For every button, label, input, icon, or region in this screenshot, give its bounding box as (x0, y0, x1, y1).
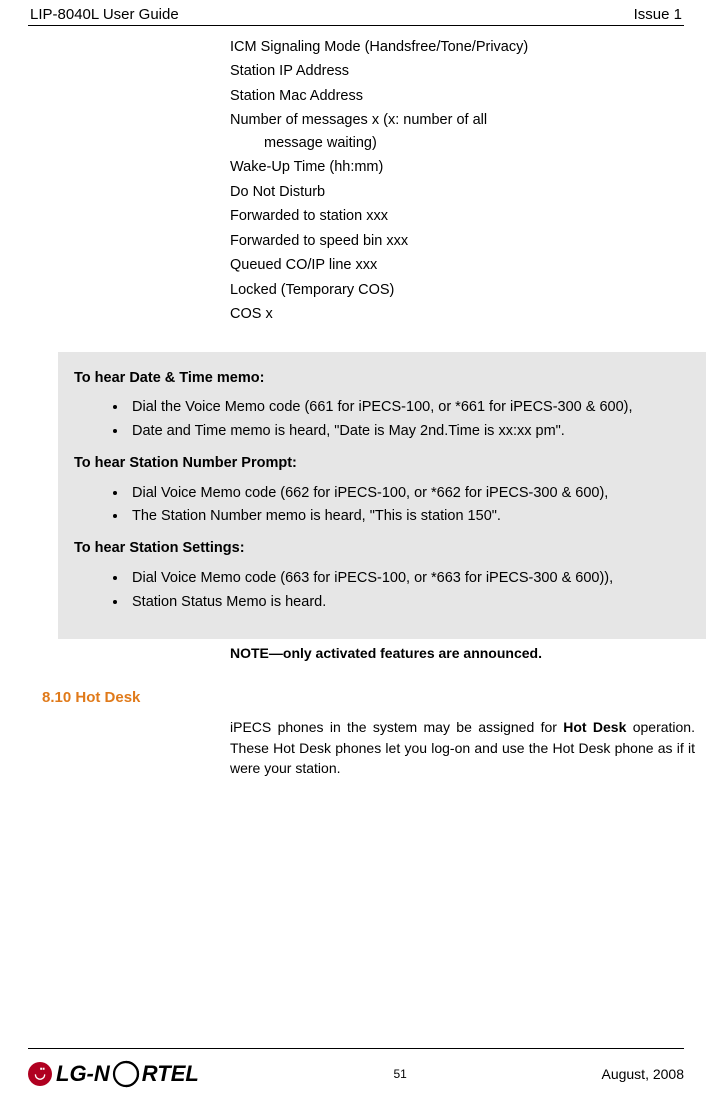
footer-date: August, 2008 (601, 1066, 684, 1082)
callout-heading: To hear Station Number Prompt: (74, 453, 690, 475)
lg-logo-icon: ◡̈ (28, 1062, 52, 1086)
section-heading-row: 8.10 Hot Desk (28, 689, 684, 707)
feature-item: Queued CO/IP line xxx (230, 254, 695, 276)
callout-list: Dial the Voice Memo code (661 for iPECS-… (74, 397, 690, 443)
header-right: Issue 1 (634, 6, 682, 23)
feature-item: COS x (230, 303, 695, 325)
feature-item: Wake-Up Time (hh:mm) (230, 156, 695, 178)
feature-item: Number of messages x (x: number of all m… (230, 109, 695, 154)
feature-item: Forwarded to speed bin xxx (230, 230, 695, 252)
brand-logo: ◡̈ LG-N RTEL (28, 1060, 199, 1088)
page-footer: ◡̈ LG-N RTEL 51 August, 2008 (28, 1048, 684, 1095)
callout-list-item: Station Status Memo is heard. (128, 592, 690, 614)
body-text: iPECS phones in the system may be assign… (230, 719, 563, 735)
nortel-swirl-icon (112, 1060, 140, 1088)
callout-list: Dial Voice Memo code (663 for iPECS-100,… (74, 568, 690, 614)
page-number: 51 (199, 1067, 602, 1081)
callout-heading: To hear Date & Time memo: (74, 368, 690, 390)
feature-item: ICM Signaling Mode (Handsfree/Tone/Priva… (230, 36, 695, 58)
instruction-callout: To hear Date & Time memo: Dial the Voice… (58, 352, 706, 640)
feature-item: Do Not Disturb (230, 181, 695, 203)
footer-row: ◡̈ LG-N RTEL 51 August, 2008 (28, 1053, 684, 1095)
section-heading: 8.10 Hot Desk (42, 689, 140, 706)
logo-text-a: LG-N (56, 1061, 110, 1087)
page-content: ICM Signaling Mode (Handsfree/Tone/Priva… (28, 26, 684, 778)
callout-list: Dial Voice Memo code (662 for iPECS-100,… (74, 483, 690, 529)
note-text: NOTE—only activated features are announc… (230, 645, 695, 661)
header-left: LIP-8040L User Guide (30, 6, 179, 23)
feature-item: Station IP Address (230, 60, 695, 82)
feature-item-line2: message waiting) (230, 132, 695, 154)
feature-item: Station Mac Address (230, 85, 695, 107)
callout-heading: To hear Station Settings: (74, 538, 690, 560)
page: LIP-8040L User Guide Issue 1 ICM Signali… (0, 0, 712, 1109)
feature-item: Locked (Temporary COS) (230, 279, 695, 301)
callout-list-item: Date and Time memo is heard, "Date is Ma… (128, 421, 690, 443)
callout-list-item: Dial the Voice Memo code (661 for iPECS-… (128, 397, 690, 419)
callout-list-item: Dial Voice Memo code (663 for iPECS-100,… (128, 568, 690, 590)
callout-list-item: Dial Voice Memo code (662 for iPECS-100,… (128, 483, 690, 505)
body-text-bold: Hot Desk (563, 719, 626, 735)
page-header: LIP-8040L User Guide Issue 1 (28, 0, 684, 26)
feature-list: ICM Signaling Mode (Handsfree/Tone/Priva… (230, 36, 695, 326)
body-paragraph: iPECS phones in the system may be assign… (230, 717, 695, 778)
callout-list-item: The Station Number memo is heard, "This … (128, 506, 690, 528)
feature-item: Forwarded to station xxx (230, 205, 695, 227)
logo-text-b: RTEL (142, 1061, 199, 1087)
feature-item-line1: Number of messages x (x: number of all (230, 112, 487, 128)
footer-rule (28, 1048, 684, 1049)
